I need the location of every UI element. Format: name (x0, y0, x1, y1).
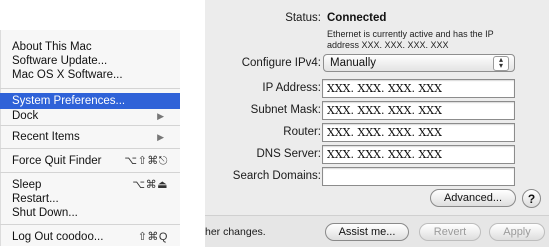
submenu-arrow-icon: ▶ (157, 132, 164, 142)
menu-item-shut-down[interactable]: Shut Down... (12, 206, 172, 220)
submenu-arrow-icon: ▶ (157, 111, 164, 121)
menu-item-label: Software Update... (12, 55, 108, 67)
menu-item-label: Restart... (12, 193, 59, 205)
ip-address-label: IP Address: (262, 82, 321, 94)
menu-separator (0, 172, 180, 173)
subnet-mask-label: Subnet Mask: (250, 104, 321, 116)
status-value: Connected (327, 12, 387, 24)
menu-item-label: Force Quit Finder (12, 155, 102, 167)
menu-item-dock[interactable]: Dock ▶ (12, 109, 172, 123)
assist-me-button[interactable]: Assist me... (325, 223, 409, 241)
apply-button[interactable]: Apply (489, 223, 545, 241)
configure-ipv4-value: Manually (330, 57, 377, 69)
menu-separator (0, 125, 180, 126)
search-domains-field[interactable] (322, 167, 515, 186)
menu-item-label: Log Out coodoo... (12, 231, 104, 243)
menu-item-log-out[interactable]: Log Out coodoo... ⇧⌘Q (12, 230, 172, 244)
menu-item-about[interactable]: About This Mac (12, 40, 172, 54)
dns-server-label: DNS Server: (256, 148, 321, 160)
menu-item-label: About This Mac (12, 41, 92, 53)
menu-item-label: Mac OS X Software... (12, 69, 123, 81)
menu-item-label: Recent Items (12, 131, 80, 143)
up-down-arrows-icon: ▴ ▾ (493, 56, 509, 71)
menu-item-software-update[interactable]: Software Update... (12, 54, 172, 68)
menu-item-label: Sleep (12, 179, 42, 191)
menu-item-sleep[interactable]: Sleep ⌥⌘⏏ (12, 178, 172, 192)
advanced-button[interactable]: Advanced... (430, 189, 516, 207)
help-button[interactable]: ? (522, 189, 541, 208)
menu-item-label: System Preferences... (12, 95, 126, 107)
revert-button[interactable]: Revert (419, 223, 481, 241)
router-field[interactable]: XXX. XXX. XXX. XXX (322, 123, 515, 142)
router-label: Router: (283, 126, 321, 138)
configure-ipv4-popup[interactable]: Manually ▴ ▾ (323, 54, 515, 72)
keyboard-shortcut: ⌥⌘⏏ (132, 179, 168, 191)
menu-item-label: Shut Down... (12, 207, 78, 219)
search-domains-label: Search Domains: (232, 170, 321, 182)
menu-separator (0, 148, 180, 149)
menu-item-recent-items[interactable]: Recent Items ▶ (12, 130, 172, 144)
bottom-bar: her changes. Assist me... Revert Apply (205, 215, 549, 247)
footer-text: her changes. (205, 226, 266, 238)
menu-item-label: Dock (12, 110, 39, 122)
menu-item-restart[interactable]: Restart... (12, 192, 172, 206)
menu-item-system-preferences[interactable]: System Preferences... (0, 93, 180, 109)
apple-menu: About This Mac Software Update... Mac OS… (0, 30, 180, 246)
status-label: Status: (285, 12, 321, 24)
status-description-line-1: Ethernet is currently active and has the… (327, 29, 494, 39)
network-preferences-pane: Status: Connected Ethernet is currently … (205, 0, 549, 247)
menu-separator (0, 88, 180, 89)
keyboard-shortcut: ⇧⌘Q (137, 231, 168, 243)
menu-item-mac-os-x-software[interactable]: Mac OS X Software... (12, 68, 172, 82)
menu-separator (0, 224, 180, 225)
status-description-line-2: address XXX. XXX. XXX. XXX (327, 40, 449, 50)
dns-server-field[interactable]: XXX. XXX. XXX. XXX (322, 145, 515, 164)
configure-ipv4-label: Configure IPv4: (241, 57, 321, 69)
menu-item-force-quit[interactable]: Force Quit Finder ⌥⇧⌘⎋ (12, 154, 172, 168)
subnet-mask-field[interactable]: XXX. XXX. XXX. XXX (322, 101, 515, 120)
ip-address-field[interactable]: XXX. XXX. XXX. XXX (322, 79, 515, 98)
keyboard-shortcut: ⌥⇧⌘⎋ (124, 155, 168, 167)
